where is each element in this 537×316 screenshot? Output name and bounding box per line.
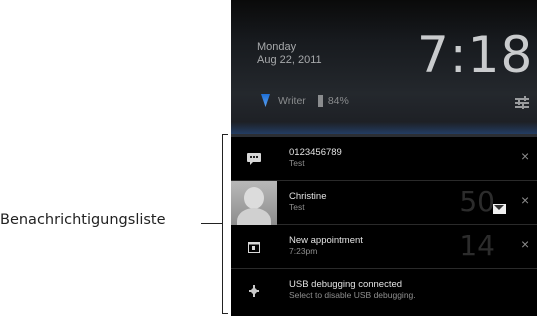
notification-item[interactable]: 14 New appointment 7:23pm × (231, 225, 537, 269)
notification-item[interactable]: USB debugging connected Select to disabl… (231, 269, 537, 313)
quick-settings-icon[interactable] (515, 96, 529, 109)
header-glow (231, 122, 537, 134)
notification-subtitle: Test (289, 158, 305, 168)
date-display: Monday Aug 22, 2011 (257, 41, 322, 67)
notification-panel: Monday Aug 22, 2011 7:18 Writer 84% 0123… (231, 0, 537, 316)
notification-title: USB debugging connected (289, 279, 403, 290)
battery-level: 84% (327, 94, 349, 107)
status-row: Writer 84% (261, 94, 349, 107)
close-icon[interactable]: × (521, 148, 529, 164)
notification-subtitle: Select to disable USB debugging. (289, 290, 416, 300)
mail-icon (493, 204, 506, 214)
close-icon[interactable]: × (521, 192, 529, 208)
contact-avatar (231, 181, 277, 225)
notification-title: New appointment (289, 235, 363, 246)
calendar-icon (231, 225, 277, 269)
annotation-leader-line (201, 223, 223, 224)
close-icon[interactable]: × (521, 236, 529, 252)
date-label: Aug 22, 2011 (257, 54, 322, 66)
network-name: Writer (278, 94, 306, 107)
battery-icon (317, 94, 323, 107)
annotation-bracket (222, 134, 228, 314)
notification-subtitle: 7:23pm (289, 246, 318, 256)
notification-title: Christine (289, 191, 327, 202)
notification-title: 0123456789 (289, 147, 342, 158)
sms-icon (231, 137, 277, 181)
notification-subtitle: Test (289, 202, 305, 212)
wifi-icon (261, 94, 270, 107)
status-header: Monday Aug 22, 2011 7:18 Writer 84% (231, 0, 537, 134)
notification-item[interactable]: 0123456789 Test × (231, 137, 537, 181)
usb-icon (231, 269, 277, 313)
notification-item[interactable]: 50 Christine Test × (231, 181, 537, 225)
notification-list: 0123456789 Test × 50 Christine Test × 14… (231, 137, 537, 313)
event-count: 14 (459, 229, 495, 262)
message-count: 50 (459, 185, 495, 218)
day-label: Monday (257, 41, 297, 53)
notification-list-annotation: Benachrichtigungsliste (0, 212, 166, 228)
clock: 7:18 (417, 26, 534, 84)
